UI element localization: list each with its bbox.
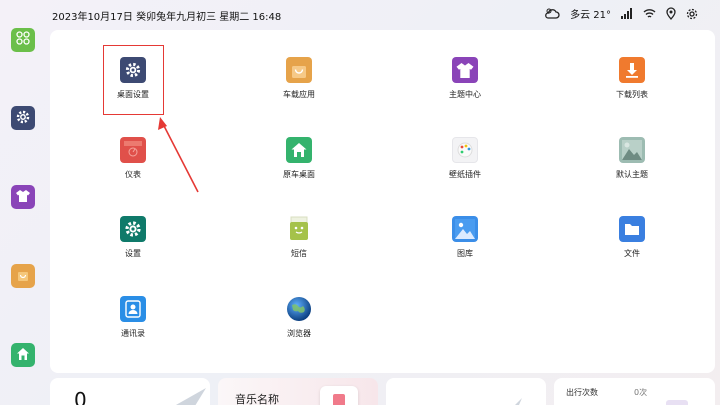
needle-icon — [175, 388, 206, 405]
music-title: 音乐名称 — [235, 393, 279, 405]
music-note-icon — [333, 394, 345, 405]
widget-gauge[interactable]: 0 — [50, 378, 210, 405]
trips-label: 出行次数 — [566, 388, 598, 397]
album-cover[interactable] — [320, 386, 358, 405]
widget-music[interactable]: 音乐名称 — [218, 378, 378, 405]
widget-trips[interactable]: 出行次数 0次 — [554, 378, 715, 405]
annotation-arrow — [158, 117, 199, 193]
trips-bar — [666, 400, 688, 405]
trips-value: 0次 — [634, 388, 648, 397]
arrow-icon — [515, 398, 522, 405]
widget-navigation[interactable] — [386, 378, 546, 405]
widget-number: 0 — [74, 388, 87, 405]
